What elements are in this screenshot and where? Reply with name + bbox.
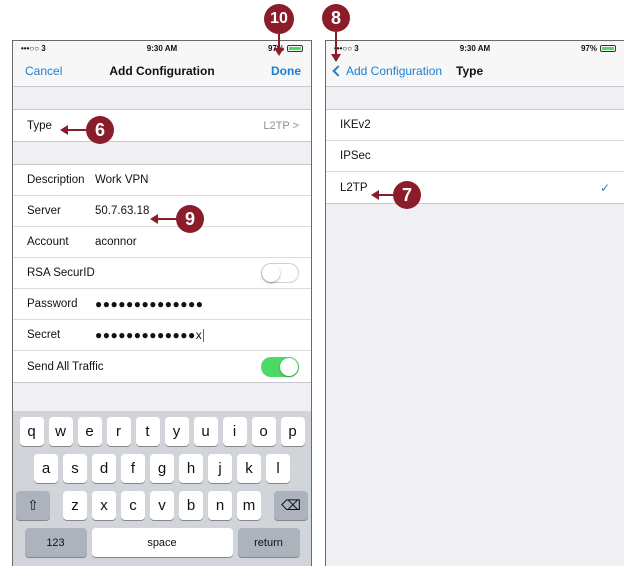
keyboard-row-2: asdfghjkl <box>16 454 308 483</box>
callout-10: 10 <box>264 4 294 56</box>
key-u[interactable]: u <box>193 417 218 446</box>
callout-8: 8 <box>322 4 350 62</box>
option-label: IKEv2 <box>340 119 371 131</box>
callout-badge: 6 <box>86 116 114 144</box>
key-c[interactable]: c <box>121 491 145 520</box>
rsa-securid-toggle[interactable] <box>261 263 299 283</box>
vpn-type-screen: •••○○ 3 9:30 AM 97% Add Configuration Ty… <box>325 40 624 566</box>
back-button[interactable]: Add Configuration <box>332 64 442 78</box>
key-y[interactable]: y <box>164 417 189 446</box>
option-label: L2TP <box>340 181 368 194</box>
keyboard-row-3-letters: zxcvbnm <box>63 491 261 520</box>
key-e[interactable]: e <box>77 417 102 446</box>
secret-field[interactable]: ●●●●●●●●●●●●●x <box>95 328 205 343</box>
password-field[interactable]: ●●●●●●●●●●●●●● <box>95 297 203 311</box>
chevron-left-icon <box>332 65 344 77</box>
key-g[interactable]: g <box>150 454 174 483</box>
send-all-traffic-toggle[interactable] <box>261 356 299 377</box>
page-title: Type <box>456 63 484 78</box>
option-label: IPSec <box>340 150 371 162</box>
rsa-securid-label: RSA SecurID <box>27 267 95 279</box>
status-time: 9:30 AM <box>459 43 491 53</box>
status-bar: •••○○ 3 9:30 AM 97% <box>326 41 624 55</box>
key-p[interactable]: p <box>280 417 305 446</box>
key-m[interactable]: m <box>237 491 261 520</box>
done-button[interactable]: Done <box>271 64 301 78</box>
server-label: Server <box>27 205 61 217</box>
keyboard-row-4: 123 space return <box>16 528 308 557</box>
callout-badge: 8 <box>322 4 350 32</box>
battery-percent: 97% <box>580 43 597 53</box>
delete-key[interactable]: ⌫ <box>274 491 308 520</box>
send-all-traffic-row: Send All Traffic <box>13 351 311 382</box>
key-x[interactable]: x <box>92 491 116 520</box>
key-k[interactable]: k <box>237 454 261 483</box>
key-i[interactable]: i <box>222 417 247 446</box>
type-value: L2TP > <box>263 119 299 132</box>
description-label: Description <box>27 174 85 186</box>
keyboard-row-3: ⇧ zxcvbnm ⌫ <box>16 491 308 520</box>
keyboard: qwertyuiop asdfghjkl ⇧ zxcvbnm ⌫ 123 spa… <box>13 411 311 566</box>
key-r[interactable]: r <box>106 417 131 446</box>
callout-7: 7 <box>371 181 421 209</box>
account-field[interactable]: aconnor <box>95 236 137 248</box>
return-key[interactable]: return <box>237 528 300 557</box>
key-j[interactable]: j <box>208 454 232 483</box>
key-w[interactable]: w <box>48 417 73 446</box>
space-key[interactable]: space <box>91 528 233 557</box>
key-q[interactable]: q <box>19 417 44 446</box>
option-ipsec[interactable]: IPSec <box>326 141 624 172</box>
secret-label: Secret <box>27 329 61 341</box>
nav-bar: Add Configuration Type <box>326 55 624 87</box>
battery-icon <box>600 44 616 52</box>
checkmark-icon: ✓ <box>599 180 610 195</box>
callout-badge: 10 <box>264 4 294 34</box>
password-row[interactable]: Password ●●●●●●●●●●●●●● <box>13 289 311 320</box>
secret-row[interactable]: Secret ●●●●●●●●●●●●●x <box>13 320 311 351</box>
description-field[interactable]: Work VPN <box>95 174 148 186</box>
settings-group: Description Work VPN Server 50.7.63.18 A… <box>13 164 311 383</box>
key-s[interactable]: s <box>63 454 87 483</box>
key-l[interactable]: l <box>266 454 290 483</box>
key-v[interactable]: v <box>150 491 174 520</box>
description-row[interactable]: Description Work VPN <box>13 165 311 196</box>
numbers-key[interactable]: 123 <box>24 528 87 557</box>
key-h[interactable]: h <box>179 454 203 483</box>
key-z[interactable]: z <box>63 491 87 520</box>
password-label: Password <box>27 298 78 310</box>
key-o[interactable]: o <box>251 417 276 446</box>
type-row[interactable]: Type L2TP > <box>13 110 311 141</box>
text-cursor <box>203 329 205 343</box>
shift-key[interactable]: ⇧ <box>16 491 50 520</box>
callout-badge: 7 <box>393 181 421 209</box>
callout-9: 9 <box>150 205 204 233</box>
server-field[interactable]: 50.7.63.18 <box>95 205 149 217</box>
add-configuration-screen: •••○○ 3 9:30 AM 97% Cancel Add Configura… <box>12 40 312 566</box>
key-b[interactable]: b <box>179 491 203 520</box>
send-all-traffic-label: Send All Traffic <box>27 360 104 373</box>
nav-bar: Cancel Add Configuration Done <box>13 55 311 87</box>
cancel-button[interactable]: Cancel <box>25 64 62 78</box>
callout-6: 6 <box>60 116 114 144</box>
chevron-right-icon: > <box>292 119 299 132</box>
key-a[interactable]: a <box>34 454 58 483</box>
type-group: Type L2TP > <box>13 109 311 142</box>
callout-badge: 9 <box>176 205 204 233</box>
account-label: Account <box>27 236 69 248</box>
rsa-securid-row: RSA SecurID <box>13 258 311 289</box>
key-n[interactable]: n <box>208 491 232 520</box>
keyboard-row-1: qwertyuiop <box>16 417 308 446</box>
key-d[interactable]: d <box>92 454 116 483</box>
key-f[interactable]: f <box>121 454 145 483</box>
option-ikev2[interactable]: IKEv2 <box>326 110 624 141</box>
key-t[interactable]: t <box>135 417 160 446</box>
